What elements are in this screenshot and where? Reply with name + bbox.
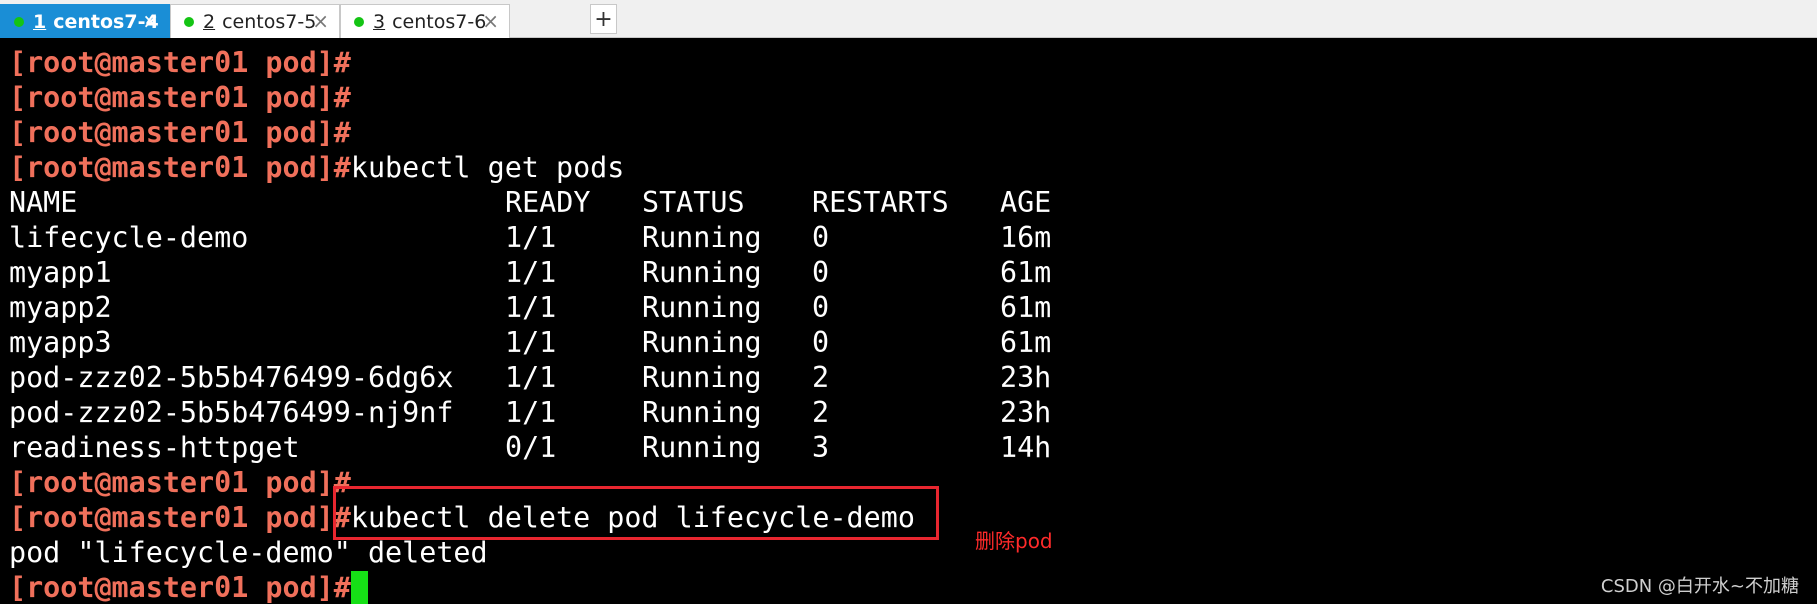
pod-name: myapp1 — [9, 256, 112, 289]
pod-status: Running — [642, 396, 762, 429]
terminal-line: [root@master01 pod]# — [9, 45, 1817, 80]
pod-status: Running — [642, 256, 762, 289]
column-header-restarts: RESTARTS — [812, 186, 949, 219]
terminal-window: 1 centos7-4 × 2 centos7-5 × 3 centos7-6 … — [0, 0, 1817, 604]
tab-number: 2 — [203, 10, 216, 33]
tab-title: centos7-5 — [222, 10, 317, 33]
text-cursor — [350, 571, 368, 604]
pod-name: myapp2 — [9, 291, 112, 324]
column-header-name: NAME — [9, 186, 78, 219]
table-row: pod-zzz02-5b5b476499-nj9nf 1/1 Running 2… — [9, 395, 1817, 430]
connected-status-icon — [354, 16, 364, 27]
pod-age: 61m — [1000, 326, 1052, 359]
pod-restarts: 0 — [812, 291, 830, 324]
pod-status: Running — [642, 326, 762, 359]
table-row: lifecycle-demo 1/1 Running 0 16m — [9, 220, 1817, 255]
add-tab-button[interactable]: + — [590, 4, 617, 34]
pod-age: 61m — [1000, 291, 1052, 324]
tab-number: 3 — [373, 10, 386, 33]
shell-prompt: [root@master01 pod]# — [9, 116, 351, 149]
shell-prompt: [root@master01 pod]# — [9, 81, 351, 114]
close-tab-icon[interactable]: × — [312, 9, 329, 33]
pod-status: Running — [642, 291, 762, 324]
shell-prompt: [root@master01 pod]# — [9, 501, 351, 534]
close-tab-icon[interactable]: × — [482, 9, 499, 33]
pod-status: Running — [642, 431, 762, 464]
pod-restarts: 2 — [812, 396, 830, 429]
pod-restarts: 0 — [812, 221, 830, 254]
pod-ready: 1/1 — [505, 361, 557, 394]
pod-ready: 1/1 — [505, 221, 557, 254]
shell-prompt: [root@master01 pod]# — [9, 571, 351, 604]
pod-name: myapp3 — [9, 326, 112, 359]
pod-ready: 1/1 — [505, 291, 557, 324]
delete-command-highlight — [333, 486, 939, 540]
table-row: readiness-httpget 0/1 Running 3 14h — [9, 430, 1817, 465]
pod-status: Running — [642, 361, 762, 394]
pod-age: 14h — [1000, 431, 1052, 464]
annotation-label: 删除pod — [975, 529, 1053, 553]
command-output: pod "lifecycle-demo" deleted — [9, 535, 1817, 570]
pod-ready: 1/1 — [505, 256, 557, 289]
pod-age: 16m — [1000, 221, 1052, 254]
column-header-age: AGE — [1000, 186, 1052, 219]
tab-title: centos7-6 — [392, 10, 487, 33]
pod-ready: 0/1 — [505, 431, 557, 464]
pod-restarts: 3 — [812, 431, 830, 464]
pod-status: Running — [642, 221, 762, 254]
shell-prompt: [root@master01 pod]# — [9, 466, 351, 499]
close-tab-icon[interactable]: × — [142, 9, 159, 33]
watermark: CSDN @白开水~不加糖 — [1600, 576, 1799, 597]
shell-prompt: [root@master01 pod]# — [9, 151, 351, 184]
pod-age: 61m — [1000, 256, 1052, 289]
pod-restarts: 2 — [812, 361, 830, 394]
connected-status-icon — [14, 16, 24, 27]
tab-centos7-4[interactable]: 1 centos7-4 × — [0, 4, 170, 38]
terminal-line: [root@master01 pod]# — [9, 115, 1817, 150]
pod-name: pod-zzz02-5b5b476499-nj9nf — [9, 396, 454, 429]
table-row: pod-zzz02-5b5b476499-6dg6x 1/1 Running 2… — [9, 360, 1817, 395]
command-get-pods: kubectl get pods — [350, 151, 625, 184]
table-row: myapp3 1/1 Running 0 61m — [9, 325, 1817, 360]
pod-ready: 1/1 — [505, 326, 557, 359]
tab-bar: 1 centos7-4 × 2 centos7-5 × 3 centos7-6 … — [0, 0, 1817, 38]
pod-restarts: 0 — [812, 256, 830, 289]
pod-age: 23h — [1000, 361, 1052, 394]
tab-centos7-5[interactable]: 2 centos7-5 × — [170, 4, 340, 38]
delete-result: pod "lifecycle-demo" deleted — [9, 536, 488, 569]
table-row: myapp2 1/1 Running 0 61m — [9, 290, 1817, 325]
pod-name: pod-zzz02-5b5b476499-6dg6x — [9, 361, 454, 394]
shell-prompt: [root@master01 pod]# — [9, 46, 351, 79]
pod-restarts: 0 — [812, 326, 830, 359]
terminal-line: [root@master01 pod]# — [9, 570, 1817, 604]
connected-status-icon — [184, 16, 194, 27]
terminal-line: [root@master01 pod]# — [9, 80, 1817, 115]
column-header-status: STATUS — [642, 186, 745, 219]
pod-age: 23h — [1000, 396, 1052, 429]
tab-number: 1 — [33, 10, 47, 33]
pod-name: readiness-httpget — [9, 431, 300, 464]
terminal-line: [root@master01 pod]#kubectl get pods — [9, 150, 1817, 185]
table-row: myapp1 1/1 Running 0 61m — [9, 255, 1817, 290]
pod-ready: 1/1 — [505, 396, 557, 429]
tab-centos7-6[interactable]: 3 centos7-6 × — [340, 4, 510, 38]
pod-name: lifecycle-demo — [9, 221, 249, 254]
column-header-ready: READY — [505, 186, 591, 219]
table-header-row: NAME READY STATUS RESTARTS AGE — [9, 185, 1817, 220]
